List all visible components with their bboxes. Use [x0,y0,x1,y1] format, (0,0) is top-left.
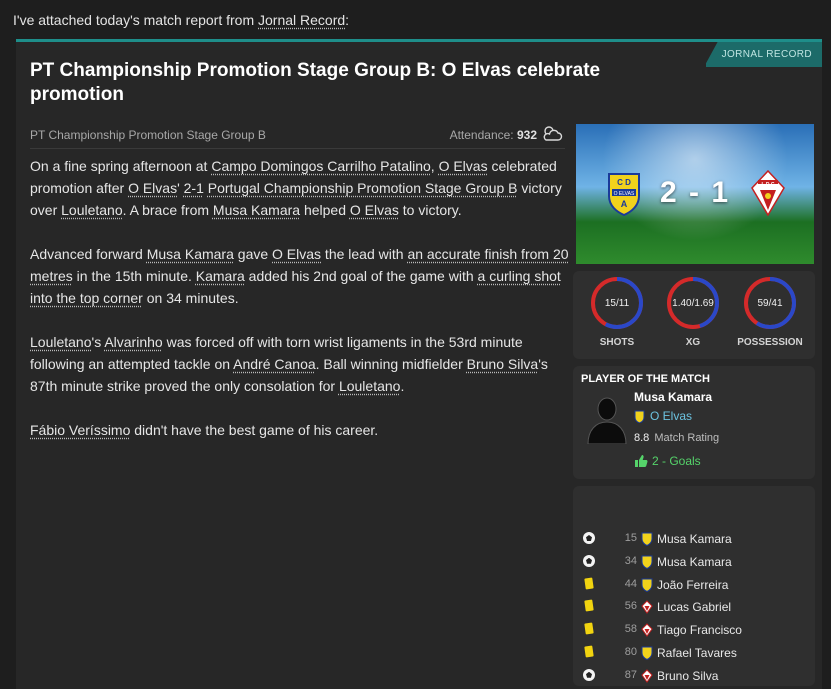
stat-label: SHOTS [599,337,635,348]
match-event-row: 87 Bruno Silva [573,666,815,686]
article-link[interactable]: Musa Kamara [213,202,300,218]
article-text: . Ball winning midfielder [315,356,467,372]
article-link[interactable]: 2-1 [184,180,204,196]
article-link[interactable]: Fábio Veríssimo [30,422,130,438]
match-event-row: 80 Rafael Tavares [573,643,815,663]
stat-value: 15/11 [604,298,630,309]
stat-label: XG [685,337,701,348]
article-paragraph: Advanced forward Musa Kamara gave O Elva… [30,243,570,309]
event-player[interactable]: Bruno Silva [657,669,718,683]
article-text: added his 2nd goal of the game with [244,268,478,284]
article-link[interactable]: Kamara [196,268,245,284]
louletano-badge-icon [641,623,653,638]
event-player[interactable]: Rafael Tavares [657,646,737,660]
article-link[interactable]: O Elvas [439,158,488,174]
player-silhouette-icon [587,397,627,444]
article-text: Advanced forward [30,246,147,262]
article-text: to victory. [398,202,462,218]
article-paragraph: Louletano's Alvarinho was forced off wit… [30,331,570,397]
article-text: didn't have the best game of his career. [130,422,379,438]
event-minute: 34 [624,554,637,567]
match-event-row: 44 João Ferreira [573,575,815,595]
article-link[interactable]: Portugal Championship Promotion Stage Gr… [208,180,518,196]
match-events-list: 15 Musa Kamara 34 Musa Kamara 44 João Ferreir… [573,486,815,686]
louletano-badge-icon [641,669,653,683]
louletano-badge-icon [641,600,653,615]
stat-shots: 15/11 SHOTS [582,276,652,348]
article-link[interactable]: Campo Domingos Carrilho Patalino [211,158,430,174]
article-link[interactable]: O Elvas [272,246,321,262]
match-event-row: 58 Tiago Francisco [573,620,815,640]
article-text: in the 15th minute. [72,268,196,284]
potm-heading: PLAYER OF THE MATCH [581,373,710,385]
partly-cloudy-icon [543,126,563,141]
article-text: 's [91,334,105,350]
headline: PT Championship Promotion Stage Group B:… [30,60,601,105]
article-link[interactable]: Louletano [339,378,401,394]
match-event-row: 56 Lucas Gabriel [573,597,815,617]
article-link[interactable]: Musa Kamara [147,246,234,262]
attendance-value: 932 [516,128,537,142]
o-elvas-badge-icon [641,646,653,660]
article-text: on 34 minutes. [142,290,239,306]
article-text: helped [300,202,350,218]
event-minute: 87 [624,668,637,681]
event-player[interactable]: João Ferreira [657,578,728,592]
o-elvas-badge-icon [641,555,653,569]
potm-rating: 8.8 Match Rating [634,432,720,444]
match-stats: 15/11 SHOTS 1.40/1.69 XG 59/41 POSSESSIO… [573,271,815,359]
article-paragraph: On a fine spring afternoon at Campo Domi… [30,155,570,221]
article-text: , [430,158,439,174]
event-player[interactable]: Musa Kamara [657,555,732,569]
competition-name: PT Championship Promotion Stage Group B [30,128,266,142]
event-minute: 15 [624,532,637,544]
event-minute: 80 [624,646,637,658]
report-meta: PT Championship Promotion Stage Group B … [30,125,565,149]
publication-tag: JORNAL RECORD [705,42,822,67]
article-text: . A brace from [122,202,213,218]
message-intro: I've attached today's match report from … [13,12,350,28]
article-paragraph: Fábio Veríssimo didn't have the best gam… [30,419,570,441]
stat-value: 59/41 [757,298,783,309]
svg-text:L D C: L D C [762,182,775,188]
event-player[interactable]: Tiago Francisco [657,623,742,637]
article-text: . [400,378,405,394]
stat-xg: 1.40/1.69 XG [658,276,728,348]
source-link[interactable]: Jornal Record [258,12,345,28]
o-elvas-badge-icon [641,532,653,546]
article-text: gave [233,246,273,262]
potm-club[interactable]: O Elvas [634,409,692,423]
thumbs-up-icon [635,455,648,467]
article-text: the lead with [321,246,408,262]
match-report-card: JORNAL RECORD PT Championship Promotion … [16,39,822,689]
stat-value: 1.40/1.69 [672,298,714,309]
o-elvas-badge-icon [634,410,645,423]
article-text: On a fine spring afternoon at [30,158,212,174]
article-link[interactable]: Louletano [61,202,123,218]
match-event-row: 15 Musa Kamara [573,529,815,549]
event-player[interactable]: Lucas Gabriel [657,600,731,614]
potm-name[interactable]: Musa Kamara [634,390,712,404]
article-link[interactable]: Bruno Silva [467,356,539,372]
event-player[interactable]: Musa Kamara [657,532,732,546]
attendance: Attendance: 932 [449,128,537,142]
article-link[interactable]: Alvarinho [104,334,162,350]
article-link[interactable]: André Canoa [233,356,316,372]
o-elvas-badge-icon [641,578,653,592]
stat-possession: 59/41 POSSESSION [735,276,805,348]
louletano-crest: L D C [751,170,785,216]
player-of-the-match: PLAYER OF THE MATCH Musa Kamara O Elvas … [573,366,815,479]
event-minute: 58 [624,623,637,636]
article-link[interactable]: O Elvas [350,202,399,218]
stat-label: POSSESSION [737,337,803,348]
article-link[interactable]: Louletano [30,334,92,350]
event-minute: 56 [624,600,637,613]
scoreboard: C D O ELVAS A 2 - 1 L D C [576,124,814,264]
potm-goals: 2 - Goals [634,454,701,468]
article-body: On a fine spring afternoon at Campo Domi… [30,155,570,463]
event-minute: 44 [624,577,637,590]
article-link[interactable]: O Elvas [128,180,177,196]
match-event-row: 34 Musa Kamara [573,552,815,572]
